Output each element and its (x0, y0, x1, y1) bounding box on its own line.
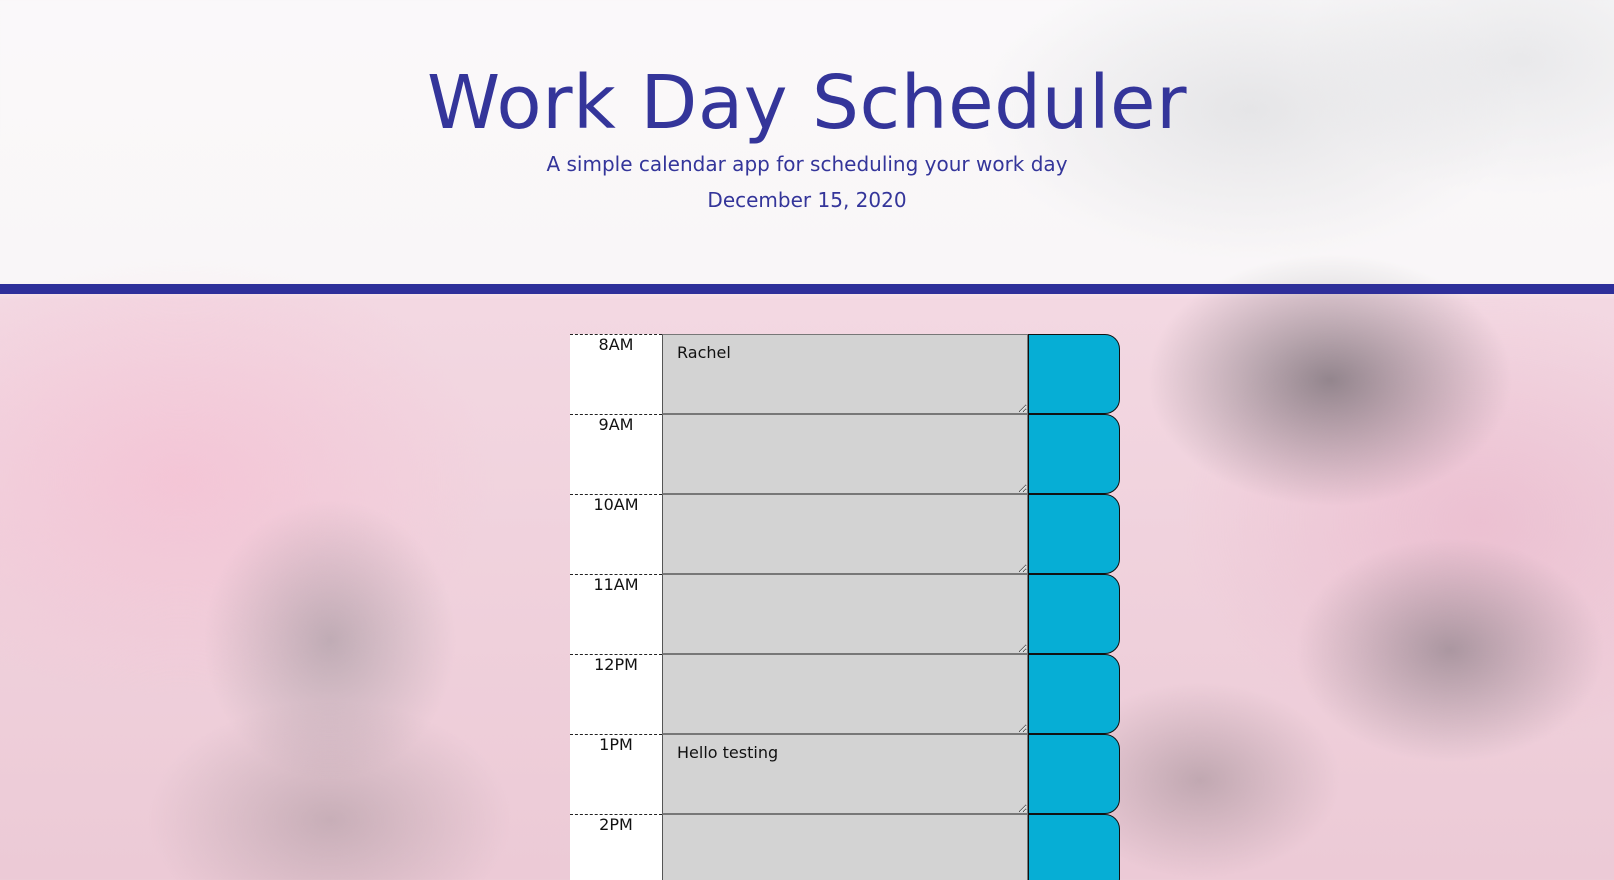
page-title: Work Day Scheduler (426, 60, 1188, 146)
hour-label: 12PM (570, 654, 662, 734)
jumbotron-header: Work Day Scheduler A simple calendar app… (0, 0, 1614, 294)
time-block: 8AM Rachel (570, 334, 1120, 414)
hour-label: 1PM (570, 734, 662, 814)
save-button[interactable] (1028, 734, 1120, 814)
event-textarea[interactable]: Hello testing (662, 734, 1028, 814)
hour-label: 9AM (570, 414, 662, 494)
event-textarea[interactable] (662, 654, 1028, 734)
event-textarea[interactable] (662, 574, 1028, 654)
save-button[interactable] (1028, 814, 1120, 880)
time-block: 10AM (570, 494, 1120, 574)
event-textarea[interactable] (662, 414, 1028, 494)
event-textarea[interactable] (662, 494, 1028, 574)
event-textarea[interactable] (662, 814, 1028, 880)
event-textarea[interactable]: Rachel (662, 334, 1028, 414)
time-block: 12PM (570, 654, 1120, 734)
page-subtitle: A simple calendar app for scheduling you… (546, 152, 1068, 176)
current-day: December 15, 2020 (707, 188, 907, 212)
time-block: 11AM (570, 574, 1120, 654)
save-button[interactable] (1028, 414, 1120, 494)
hour-label: 2PM (570, 814, 662, 880)
save-button[interactable] (1028, 334, 1120, 414)
hour-label: 10AM (570, 494, 662, 574)
hour-label: 11AM (570, 574, 662, 654)
save-button[interactable] (1028, 494, 1120, 574)
time-block: 2PM (570, 814, 1120, 880)
save-button[interactable] (1028, 574, 1120, 654)
time-block: 9AM (570, 414, 1120, 494)
schedule-container: 8AM Rachel 9AM 10AM 11AM 12PM 1PM Hello … (570, 334, 1120, 880)
hour-label: 8AM (570, 334, 662, 414)
time-block: 1PM Hello testing (570, 734, 1120, 814)
save-button[interactable] (1028, 654, 1120, 734)
